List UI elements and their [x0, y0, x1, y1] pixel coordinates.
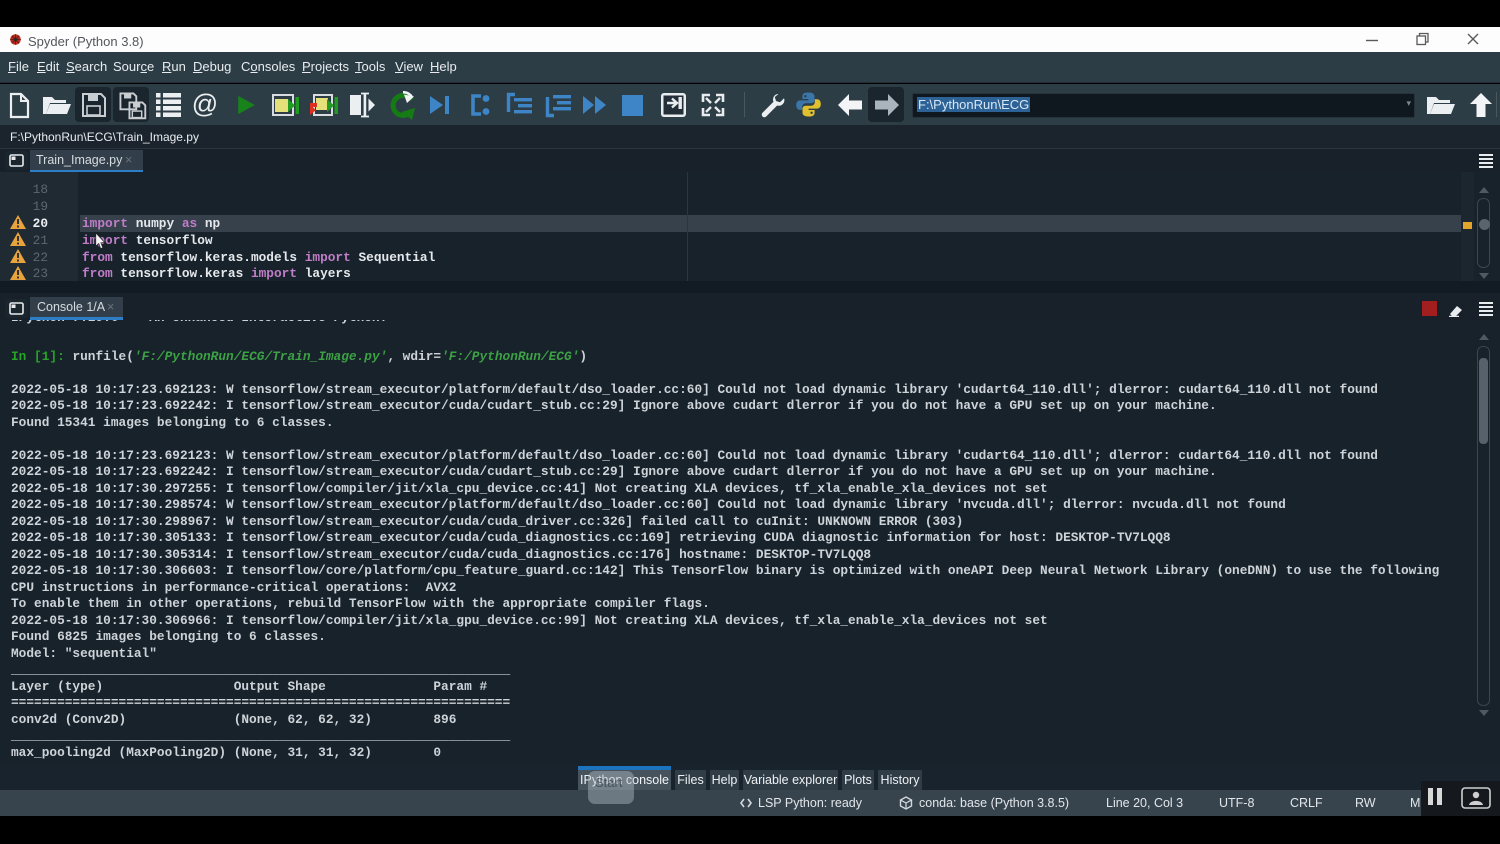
svg-text:@: @ — [192, 91, 218, 119]
